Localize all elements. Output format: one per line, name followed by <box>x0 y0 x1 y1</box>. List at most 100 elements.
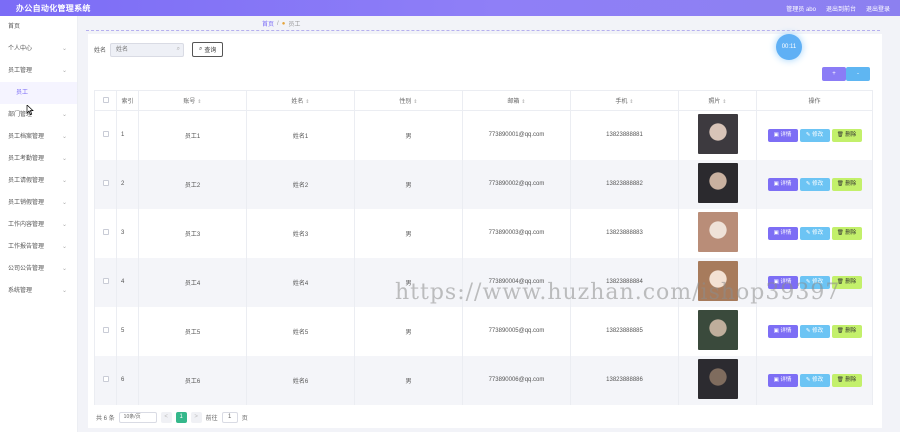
logout-link[interactable]: 退出登录 <box>866 4 890 13</box>
detail-button[interactable]: ▣ 详情 <box>767 373 798 387</box>
sidebar-item[interactable]: 公司公告管理 ⌄ <box>0 258 77 280</box>
sidebar-item[interactable]: 员工考勤管理 ⌄ <box>0 148 77 170</box>
column-header[interactable]: 账号 ⇕ <box>138 90 247 111</box>
sidebar-item[interactable]: 个人中心 ⌄ <box>0 38 77 60</box>
edit-button-label: 修改 <box>812 180 824 187</box>
edit-button[interactable]: ✎ 修改 <box>799 275 830 289</box>
sidebar-item[interactable]: 部门管理 ⌄ <box>0 104 77 126</box>
column-header[interactable]: 姓名 ⇕ <box>246 90 355 111</box>
column-header-label: 手机 <box>615 99 628 105</box>
cell-email: 773890004@qq.com <box>462 257 571 307</box>
delete-button[interactable]: 🗑 删除 <box>831 226 862 240</box>
employee-photo[interactable] <box>697 212 738 252</box>
search-input[interactable] <box>110 42 185 57</box>
goto-page-input[interactable]: 1 <box>221 412 238 423</box>
employee-photo[interactable] <box>697 261 738 301</box>
delete-button[interactable]: 🗑 删除 <box>831 324 862 338</box>
detail-button-label: 详情 <box>780 180 792 187</box>
employee-photo[interactable] <box>697 163 738 203</box>
sidebar-item[interactable]: 首页 <box>0 16 77 38</box>
column-header[interactable]: 照片 ⇕ <box>678 90 757 111</box>
sidebar-subitem[interactable]: 员工 <box>0 82 77 104</box>
bell-icon: ● <box>281 20 286 27</box>
column-header[interactable]: 手机 ⇕ <box>570 90 679 111</box>
edit-button[interactable]: ✎ 修改 <box>799 373 830 387</box>
employee-photo[interactable] <box>697 359 738 399</box>
detail-button[interactable]: ▣ 详情 <box>767 177 798 191</box>
checkbox[interactable] <box>102 229 109 235</box>
back-to-front-link[interactable]: 退出到前台 <box>826 4 856 13</box>
cell-name: 姓名3 <box>246 208 355 258</box>
column-header[interactable]: 邮箱 ⇕ <box>462 90 571 111</box>
column-header-label: 照片 <box>708 99 721 105</box>
table-row[interactable]: 6 员工6 姓名6 男 773890006@qq.com 13823888886 ▣ 详情 ✎… <box>94 355 873 405</box>
page-size-select[interactable]: 10条/页 <box>118 412 157 423</box>
cell-operations: ▣ 详情 ✎ 修改 🗑 删除 <box>756 110 873 160</box>
sidebar-item-label: 工作报告管理 <box>8 244 45 250</box>
breadcrumb-home[interactable]: 首页 <box>262 19 274 28</box>
table-row[interactable]: 5 员工5 姓名5 男 773890005@qq.com 13823888885 ▣ 详情 ✎… <box>94 306 873 356</box>
sidebar-item[interactable]: 员工销假管理 ⌄ <box>0 192 77 214</box>
header-divider <box>86 30 880 31</box>
edit-button[interactable]: ✎ 修改 <box>799 226 830 240</box>
delete-button[interactable]: 🗑 删除 <box>831 275 862 289</box>
delete-button[interactable]: 🗑 删除 <box>831 177 862 191</box>
total-count: 共 6 条 <box>96 416 115 422</box>
table-row[interactable]: 1 员工1 姓名1 男 773890001@qq.com 13823888881 ▣ 详情 ✎… <box>94 110 873 160</box>
next-page-button[interactable]: > <box>190 412 202 423</box>
timer-bubble[interactable]: 00:11 <box>776 34 802 60</box>
employee-photo[interactable] <box>697 310 738 350</box>
sidebar-item[interactable]: 系统管理 ⌄ <box>0 280 77 302</box>
cell-account: 员工1 <box>138 110 247 160</box>
cell-gender: 男 <box>354 306 463 356</box>
detail-button-label: 详情 <box>780 229 792 236</box>
search-label: 姓名 <box>94 48 107 54</box>
edit-button[interactable]: ✎ 修改 <box>799 324 830 338</box>
checkbox[interactable] <box>102 278 109 284</box>
column-header[interactable]: 性别 ⇕ <box>354 90 463 111</box>
checkbox[interactable] <box>102 376 109 382</box>
header-select-all[interactable] <box>94 90 117 111</box>
cell-gender: 男 <box>354 257 463 307</box>
sort-icon[interactable]: ⇕ <box>521 99 525 105</box>
edit-button-label: 修改 <box>812 131 824 138</box>
batch-delete-button[interactable]: - <box>846 67 870 81</box>
chevron-down-icon: ⌄ <box>61 244 67 250</box>
table-row[interactable]: 2 员工2 姓名2 男 773890002@qq.com 13823888882 ▣ 详情 ✎… <box>94 159 873 209</box>
goto-label: 前往 <box>205 416 218 422</box>
trash-icon: 🗑 <box>836 131 846 138</box>
table-row[interactable]: 4 员工4 姓名4 男 773890004@qq.com 13823888884 ▣ 详情 ✎… <box>94 257 873 307</box>
cell-account: 员工3 <box>138 208 247 258</box>
sidebar-item[interactable]: 员工档案管理 ⌄ <box>0 126 77 148</box>
detail-button[interactable]: ▣ 详情 <box>767 128 798 142</box>
column-header-label: 性别 <box>399 99 412 105</box>
sort-icon[interactable]: ⇕ <box>197 99 201 105</box>
delete-button[interactable]: 🗑 删除 <box>831 373 862 387</box>
page-number-current[interactable]: 1 <box>175 412 187 423</box>
edit-button[interactable]: ✎ 修改 <box>799 128 830 142</box>
sidebar-item[interactable]: 工作报告管理 ⌄ <box>0 236 77 258</box>
pagination: 共 6 条 10条/页 < 1 > 前往 1 页 <box>96 412 248 423</box>
sidebar-item[interactable]: 员工请假管理 ⌄ <box>0 170 77 192</box>
sidebar-item[interactable]: 员工管理 ⌄ <box>0 60 77 82</box>
sort-icon[interactable]: ⇕ <box>722 99 726 105</box>
checkbox[interactable] <box>102 131 109 138</box>
query-button[interactable]: ⌕ 查询 <box>192 42 224 57</box>
add-button[interactable]: + <box>822 67 846 81</box>
checkbox[interactable] <box>102 180 109 186</box>
sort-icon[interactable]: ⇕ <box>629 99 633 105</box>
detail-button[interactable]: ▣ 详情 <box>767 226 798 240</box>
sort-icon[interactable]: ⇕ <box>413 99 417 105</box>
detail-button[interactable]: ▣ 详情 <box>767 275 798 289</box>
edit-button[interactable]: ✎ 修改 <box>799 177 830 191</box>
table-row[interactable]: 3 员工3 姓名3 男 773890003@qq.com 13823888883 ▣ 详情 ✎… <box>94 208 873 258</box>
employee-photo[interactable] <box>697 114 738 155</box>
sort-icon[interactable]: ⇕ <box>305 99 309 105</box>
detail-button[interactable]: ▣ 详情 <box>767 324 798 338</box>
prev-page-button[interactable]: < <box>160 412 172 423</box>
cell-email: 773890002@qq.com <box>462 159 571 209</box>
delete-button[interactable]: 🗑 删除 <box>831 128 862 142</box>
sidebar-item[interactable]: 工作内容管理 ⌄ <box>0 214 77 236</box>
checkbox[interactable] <box>102 327 109 333</box>
checkbox[interactable] <box>102 96 109 103</box>
